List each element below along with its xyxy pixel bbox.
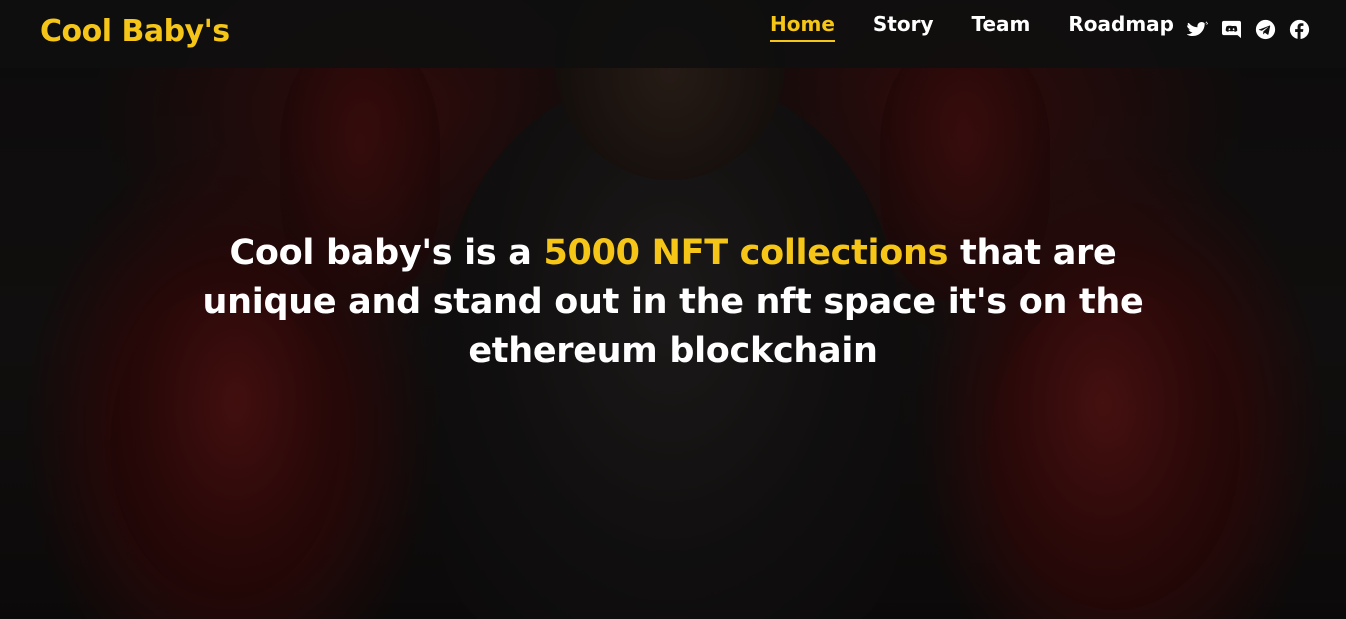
nav-links: Home Story Team Roadmap: [770, 12, 1174, 42]
nav-link-story[interactable]: Story: [873, 12, 934, 41]
navbar: Cool Baby's Home Story Team Roadmap: [0, 0, 1346, 68]
hero-highlight: 5000 NFT collections: [543, 233, 949, 273]
hero-text-before: Cool baby's is a: [229, 233, 544, 273]
telegram-icon[interactable]: [1255, 19, 1276, 40]
nav-link-home[interactable]: Home: [770, 12, 835, 42]
discord-icon[interactable]: [1221, 19, 1242, 40]
facebook-icon[interactable]: [1289, 19, 1310, 40]
nav-link-team[interactable]: Team: [972, 12, 1031, 41]
social-links: [1187, 19, 1310, 40]
twitter-icon[interactable]: [1187, 19, 1208, 40]
brand-logo[interactable]: Cool Baby's: [40, 14, 230, 49]
nav-link-roadmap[interactable]: Roadmap: [1068, 12, 1174, 41]
hero-headline: Cool baby's is a 5000 NFT collections th…: [200, 229, 1146, 376]
active-nav-underline: [770, 40, 835, 42]
